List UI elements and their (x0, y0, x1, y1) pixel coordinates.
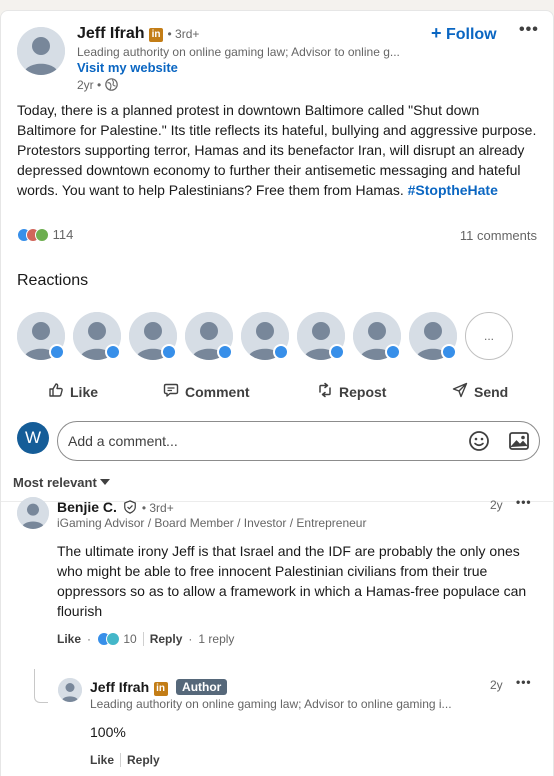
like-reaction-icon (49, 344, 65, 360)
comment-button[interactable]: Comment (163, 382, 250, 401)
like-button[interactable]: Like (48, 382, 98, 401)
connection-degree: 3rd+ (175, 27, 200, 41)
reply-author-avatar[interactable] (58, 678, 82, 702)
reaction-count: 114 (52, 227, 74, 242)
like-reaction-icon (329, 344, 345, 360)
insightful-reaction-icon (106, 632, 121, 646)
commenter-line: Benjie C. • 3rd+ (57, 499, 174, 517)
like-reaction-icon (385, 344, 401, 360)
separator (120, 753, 122, 767)
comment-reaction-count: 10 (123, 632, 137, 646)
comment-like-button[interactable]: Like (57, 632, 81, 646)
comment-text: The ultimate irony Jeff is that Israel a… (57, 543, 527, 619)
emoji-icon[interactable] (467, 429, 491, 453)
author-headline: Leading authority on online gaming law; … (77, 45, 400, 59)
celebrate-reaction-icon (35, 228, 49, 242)
author-avatar[interactable] (17, 27, 65, 75)
like-label: Like (70, 383, 99, 400)
post-card: Jeff Ifrah in • 3rd+ Leading authority o… (0, 10, 554, 776)
dot-separator: · (87, 632, 92, 646)
repost-button[interactable]: Repost (317, 382, 386, 401)
post-text: Today, there is a planned protest in dow… (17, 100, 541, 200)
send-button[interactable]: Send (452, 382, 508, 401)
thumbs-up-icon (48, 382, 64, 401)
reaction-summary[interactable]: 114 (17, 227, 73, 242)
commenter-avatar[interactable] (17, 497, 49, 529)
commenter-degree: 3rd+ (149, 501, 174, 515)
like-reaction-icon (273, 344, 289, 360)
reply-author-headline: Leading authority on online gaming law; … (90, 697, 452, 711)
reply-more-icon[interactable]: ••• (516, 675, 532, 689)
caret-down-icon (99, 479, 110, 485)
reply-text: 100% (90, 724, 126, 740)
comment-more-icon[interactable]: ••• (516, 495, 532, 509)
author-name[interactable]: Jeff Ifrah (77, 25, 145, 42)
reply-like-button[interactable]: Like (90, 753, 114, 767)
more-reactions-button[interactable]: ... (465, 312, 513, 360)
like-reaction-icon (217, 344, 233, 360)
comments-count[interactable]: 11 comments (460, 228, 537, 243)
reply-author-line: Jeff Ifrah in Author (90, 679, 228, 697)
sort-label: Most relevant (13, 475, 97, 490)
comment-composer[interactable] (57, 421, 540, 461)
separator (142, 632, 144, 646)
comment-reactions[interactable]: 10 (97, 632, 137, 646)
verified-shield-icon (123, 500, 137, 514)
like-reaction-icon (161, 344, 177, 360)
like-reaction-icon (105, 344, 121, 360)
replies-count[interactable]: 1 reply (198, 632, 234, 646)
plus-icon: + (431, 23, 442, 43)
repost-label: Repost (339, 383, 387, 400)
author-line: Jeff Ifrah in • 3rd+ (77, 25, 199, 43)
post-time: 2yr • (77, 78, 118, 92)
send-icon (452, 382, 468, 401)
send-label: Send (474, 383, 509, 400)
degree-separator: • (167, 27, 176, 41)
sort-dropdown[interactable]: Most relevant (13, 475, 110, 490)
reply-author-name[interactable]: Jeff Ifrah (90, 679, 149, 695)
commenter-headline: iGaming Advisor / Board Member / Investo… (57, 516, 367, 530)
comment-actions: Like · 10 Reply · 1 reply (57, 632, 234, 646)
visit-website-link[interactable]: Visit my website (77, 60, 178, 75)
linkedin-badge-icon: in (153, 682, 168, 696)
comment-icon (163, 382, 179, 401)
follow-button[interactable]: + Follow (431, 23, 497, 44)
more-horizontal-icon[interactable]: ••• (519, 21, 539, 39)
comment-time: 2y (490, 498, 503, 512)
reactions-title: Reactions (17, 272, 89, 289)
globe-icon (104, 78, 118, 91)
linkedin-badge-icon: in (149, 28, 164, 42)
author-badge: Author (176, 679, 228, 695)
my-avatar[interactable]: W (17, 422, 49, 454)
commenter-name[interactable]: Benjie C. (57, 499, 117, 515)
like-reaction-icon (441, 344, 457, 360)
reply-time: 2y (490, 678, 503, 692)
repost-icon (317, 382, 333, 401)
reply-actions: Like Reply (90, 753, 160, 767)
time-separator: • (97, 78, 105, 92)
hashtag-link[interactable]: #StoptheHate (408, 182, 498, 198)
comment-input[interactable] (68, 433, 448, 449)
image-icon[interactable] (507, 429, 531, 453)
comment-reply-button[interactable]: Reply (150, 632, 183, 646)
reply-reply-button[interactable]: Reply (127, 753, 160, 767)
post-time-text: 2yr (77, 78, 94, 92)
follow-label: Follow (445, 26, 497, 43)
comment-label: Comment (185, 383, 250, 400)
thread-line (34, 669, 48, 703)
dot-separator: · (188, 632, 193, 646)
